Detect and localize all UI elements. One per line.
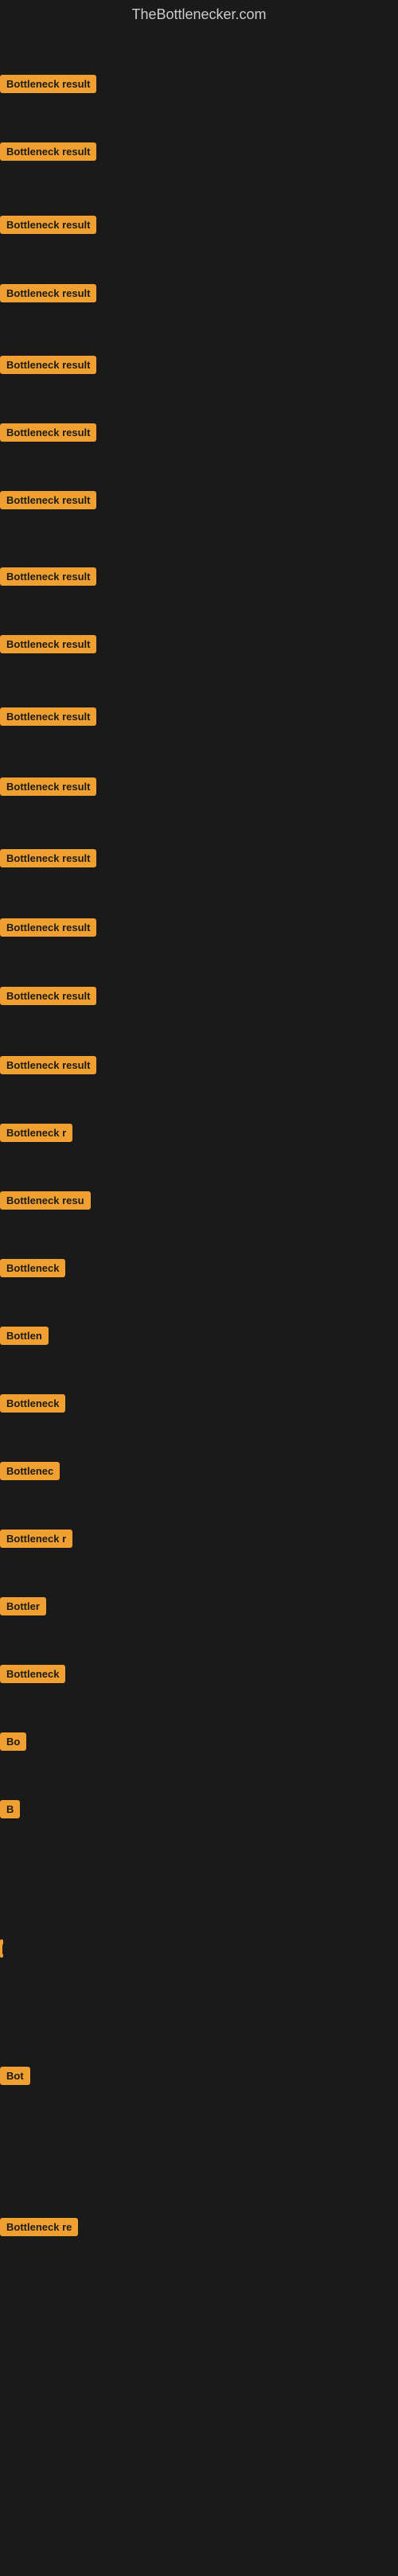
bottleneck-item-15: Bottleneck result [0,1056,96,1078]
bottleneck-item-4: Bottleneck result [0,284,96,306]
bottleneck-item-7: Bottleneck result [0,491,96,513]
bottleneck-item-22: Bottleneck r [0,1530,72,1552]
bottleneck-item-19: Bottlen [0,1327,49,1349]
bottleneck-item-26: B [0,1800,20,1822]
bottleneck-item-1: Bottleneck result [0,75,96,97]
bottleneck-item-17: Bottleneck resu [0,1191,91,1214]
bottleneck-item-11: Bottleneck result [0,777,96,800]
bottleneck-item-21: Bottlenec [0,1462,60,1484]
bottleneck-item-27: | [0,1939,3,1962]
bottleneck-item-8: Bottleneck result [0,567,96,590]
bottleneck-item-18: Bottleneck [0,1259,65,1281]
bottleneck-item-9: Bottleneck result [0,635,96,657]
bottleneck-item-13: Bottleneck result [0,918,96,941]
bottleneck-item-24: Bottleneck [0,1665,65,1687]
bottleneck-item-29: Bottleneck re [0,2218,78,2240]
site-title: TheBottlenecker.com [0,0,398,29]
bottleneck-item-14: Bottleneck result [0,987,96,1009]
bottleneck-item-5: Bottleneck result [0,356,96,378]
bottleneck-item-16: Bottleneck r [0,1124,72,1146]
bottleneck-item-6: Bottleneck result [0,423,96,446]
bottleneck-item-28: Bot [0,2067,30,2089]
bottleneck-item-2: Bottleneck result [0,142,96,165]
bottleneck-item-20: Bottleneck [0,1394,65,1417]
bottleneck-item-23: Bottler [0,1597,46,1619]
bottleneck-item-10: Bottleneck result [0,707,96,730]
bottleneck-item-25: Bo [0,1732,26,1755]
bottleneck-item-3: Bottleneck result [0,216,96,238]
bottleneck-item-12: Bottleneck result [0,849,96,871]
